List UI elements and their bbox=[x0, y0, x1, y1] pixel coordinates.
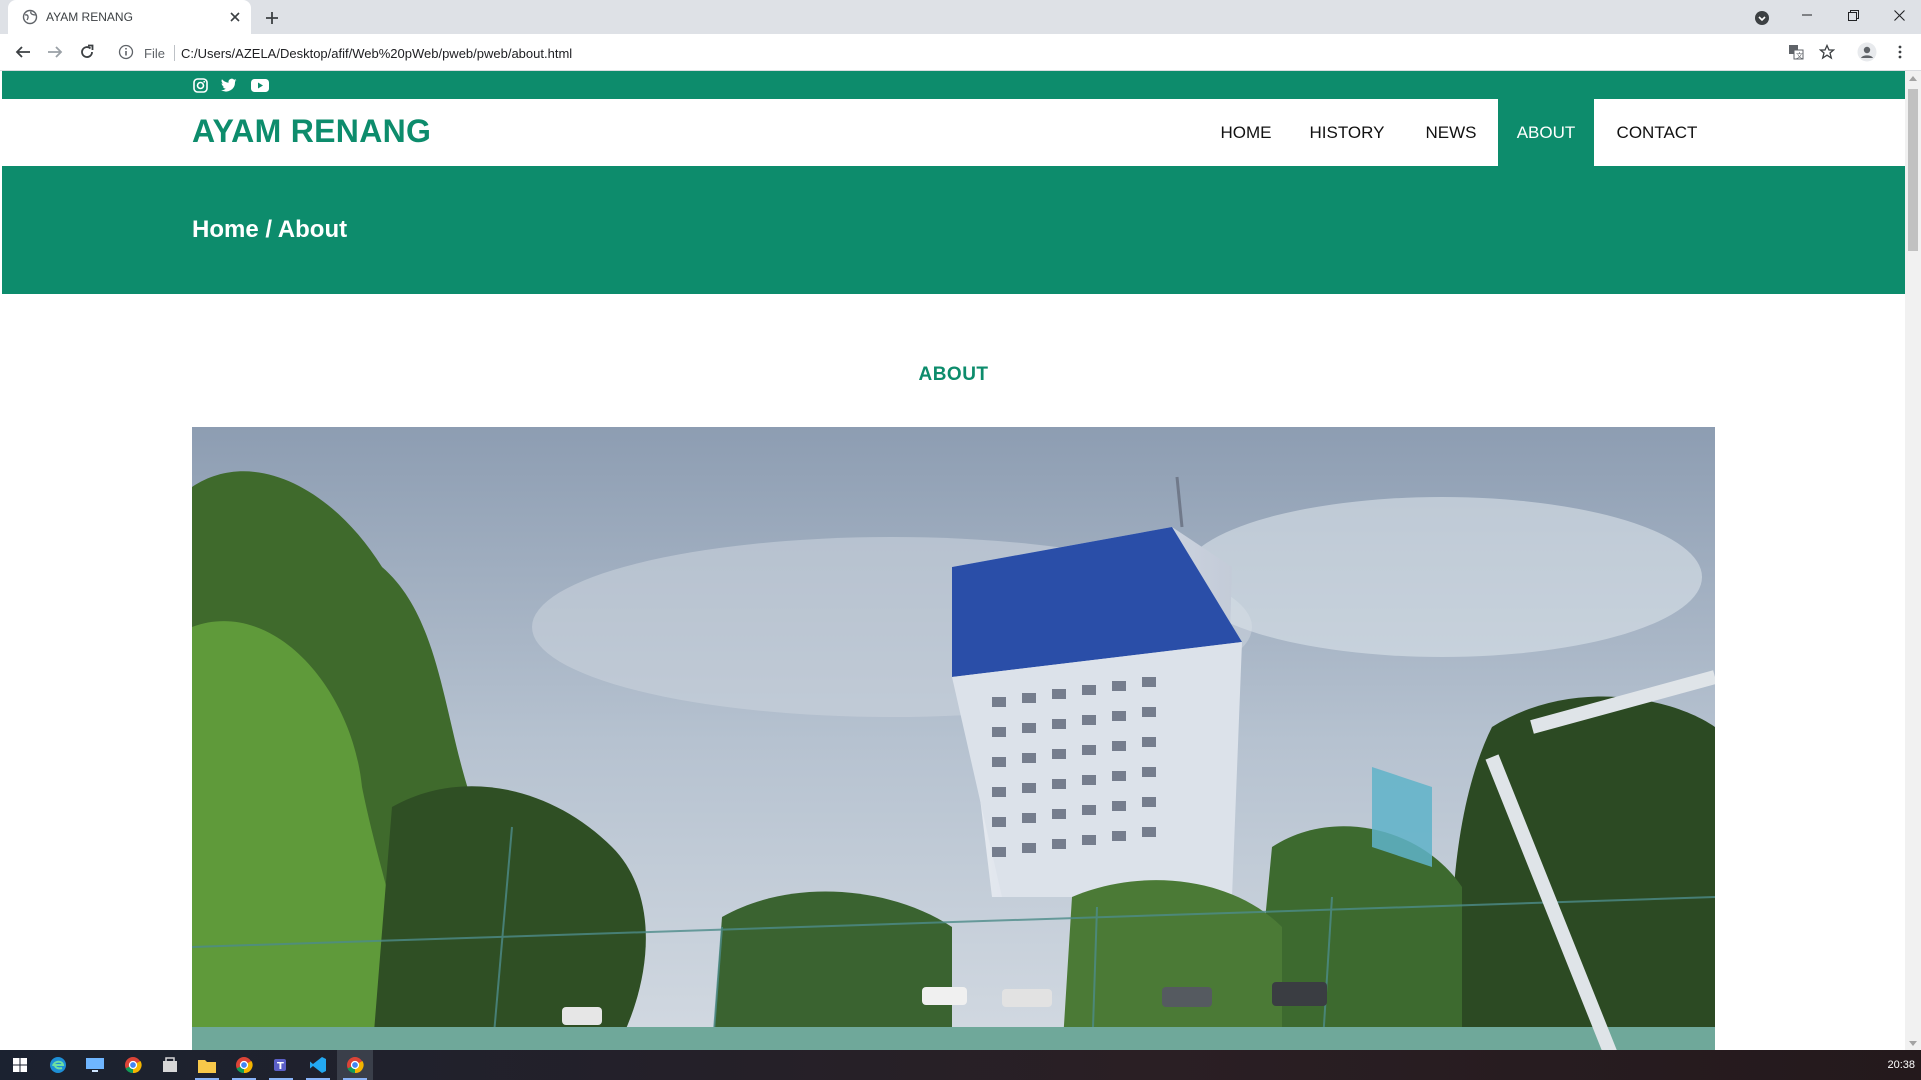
svg-text:T: T bbox=[277, 1061, 284, 1072]
scroll-thumb[interactable] bbox=[1908, 89, 1918, 251]
nav-about[interactable]: ABOUT bbox=[1498, 99, 1594, 166]
vscode-icon[interactable] bbox=[300, 1050, 336, 1080]
social-topbar bbox=[2, 71, 1905, 99]
instagram-icon[interactable] bbox=[191, 76, 209, 94]
menu-kebab-icon[interactable] bbox=[1889, 41, 1911, 63]
site-header: AYAM RENANG HOME HISTORY NEWS ABOUT CONT… bbox=[2, 99, 1905, 166]
nav-contact[interactable]: CONTACT bbox=[1594, 99, 1720, 166]
store-icon[interactable] bbox=[152, 1050, 188, 1080]
browser-toolbar: File C:/Users/AZELA/Desktop/afif/Web%20p… bbox=[0, 34, 1921, 71]
svg-text:文: 文 bbox=[1796, 51, 1803, 60]
nav-history[interactable]: HISTORY bbox=[1290, 99, 1404, 166]
address-bar[interactable]: File C:/Users/AZELA/Desktop/afif/Web%20p… bbox=[110, 37, 1810, 67]
chrome-icon[interactable] bbox=[226, 1050, 262, 1080]
tab-title: AYAM RENANG bbox=[46, 10, 133, 24]
tab-strip: AYAM RENANG bbox=[0, 0, 1921, 34]
chrome-icon[interactable] bbox=[115, 1050, 151, 1080]
twitter-icon[interactable] bbox=[220, 76, 238, 94]
site-logo[interactable]: AYAM RENANG bbox=[192, 113, 431, 150]
omnibox-divider bbox=[174, 45, 175, 61]
file-explorer-icon[interactable] bbox=[189, 1050, 225, 1080]
translate-icon[interactable]: 文 bbox=[1785, 41, 1807, 63]
new-tab-icon[interactable] bbox=[262, 8, 282, 28]
tab-search-icon[interactable] bbox=[1752, 8, 1772, 28]
scheme-label: File bbox=[144, 46, 165, 61]
taskbar-clock[interactable]: 20:38 bbox=[1887, 1059, 1915, 1071]
reload-icon[interactable] bbox=[75, 40, 99, 64]
minimize-icon[interactable] bbox=[1784, 0, 1830, 30]
page-banner: Home / About bbox=[2, 166, 1905, 294]
forward-icon[interactable] bbox=[43, 40, 67, 64]
about-photo bbox=[192, 427, 1715, 1050]
section-title: ABOUT bbox=[918, 364, 989, 385]
page-scrollbar[interactable] bbox=[1905, 71, 1921, 1050]
nav-home[interactable]: HOME bbox=[1202, 99, 1290, 166]
youtube-icon[interactable] bbox=[251, 76, 269, 94]
breadcrumb: Home / About bbox=[192, 216, 348, 243]
back-icon[interactable] bbox=[11, 40, 35, 64]
building-photo-illustration bbox=[192, 427, 1715, 1050]
scroll-up-arrow-icon[interactable] bbox=[1905, 71, 1921, 85]
chrome-icon[interactable] bbox=[337, 1050, 373, 1080]
close-tab-icon[interactable] bbox=[226, 8, 244, 26]
restore-icon[interactable] bbox=[1830, 0, 1876, 30]
nav-news[interactable]: NEWS bbox=[1404, 99, 1498, 166]
page-viewport: AYAM RENANG HOME HISTORY NEWS ABOUT CONT… bbox=[2, 71, 1905, 1050]
edge-icon[interactable] bbox=[40, 1050, 76, 1080]
globe-icon bbox=[22, 9, 38, 25]
windows-taskbar: T 20:38 bbox=[0, 1050, 1921, 1080]
profile-avatar-icon[interactable] bbox=[1856, 41, 1878, 63]
teams-icon[interactable]: T bbox=[263, 1050, 299, 1080]
bookmark-star-icon[interactable] bbox=[1816, 41, 1838, 63]
start-icon[interactable] bbox=[2, 1050, 38, 1080]
browser-tab[interactable]: AYAM RENANG bbox=[8, 0, 251, 34]
scroll-down-arrow-icon[interactable] bbox=[1905, 1036, 1921, 1050]
close-window-icon[interactable] bbox=[1876, 0, 1921, 30]
site-info-icon[interactable] bbox=[118, 44, 134, 60]
desktop-icon[interactable] bbox=[77, 1050, 113, 1080]
url-text[interactable]: C:/Users/AZELA/Desktop/afif/Web%20pWeb/p… bbox=[181, 46, 572, 61]
